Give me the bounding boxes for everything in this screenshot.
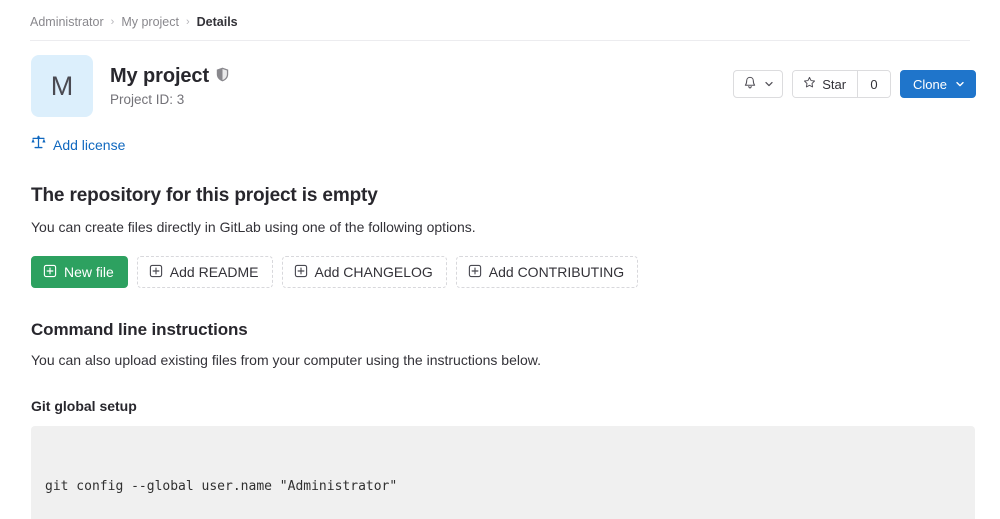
plus-square-icon [468, 264, 482, 281]
star-count[interactable]: 0 [857, 71, 890, 97]
empty-repo-heading: The repository for this project is empty [31, 184, 976, 208]
breadcrumb: Administrator › My project › Details [0, 0, 1000, 34]
plus-square-icon [294, 264, 308, 281]
project-avatar: M [31, 55, 93, 117]
git-global-setup-code-block[interactable]: git config --global user.name "Administr… [31, 426, 975, 519]
star-icon [803, 76, 816, 92]
breadcrumb-separator: › [111, 14, 115, 30]
add-changelog-button[interactable]: Add CHANGELOG [282, 256, 447, 288]
notification-dropdown-button[interactable] [733, 70, 783, 98]
git-global-setup-heading: Git global setup [31, 397, 976, 415]
main-content: The repository for this project is empty… [0, 184, 1000, 519]
project-header-actions: Star 0 Clone [733, 70, 976, 98]
code-line: git config --global user.name "Administr… [45, 477, 961, 497]
add-license-row: Add license [0, 117, 1000, 155]
cli-heading: Command line instructions [31, 319, 976, 341]
add-contributing-button[interactable]: Add CONTRIBUTING [456, 256, 638, 288]
add-readme-button[interactable]: Add README [137, 256, 273, 288]
add-license-link[interactable]: Add license [53, 136, 125, 154]
plus-square-icon [149, 264, 163, 281]
breadcrumb-item-details: Details [197, 14, 238, 30]
empty-repo-actions: New file Add README Ad [31, 256, 976, 288]
project-details-page: Administrator › My project › Details M M… [0, 0, 1000, 519]
bell-icon [743, 76, 757, 92]
page-title: My project [110, 64, 209, 88]
clone-button[interactable]: Clone [900, 70, 976, 98]
new-file-button-label: New file [64, 264, 114, 280]
add-contributing-button-label: Add CONTRIBUTING [489, 264, 624, 280]
plus-square-icon [43, 264, 57, 281]
new-file-button[interactable]: New file [31, 256, 128, 288]
chevron-down-icon [764, 78, 774, 91]
breadcrumb-separator: › [186, 14, 190, 30]
cli-description: You can also upload existing files from … [31, 350, 976, 370]
star-button-label: Star [822, 77, 846, 92]
scale-icon [31, 135, 46, 155]
add-readme-button-label: Add README [170, 264, 259, 280]
breadcrumb-item-administrator[interactable]: Administrator [30, 14, 104, 30]
star-button[interactable]: Star [793, 71, 857, 97]
empty-repo-description: You can create files directly in GitLab … [31, 217, 976, 237]
add-changelog-button-label: Add CHANGELOG [315, 264, 433, 280]
clone-button-label: Clone [913, 78, 947, 91]
shield-icon [216, 67, 229, 87]
star-button-group: Star 0 [792, 70, 891, 98]
breadcrumb-item-my-project[interactable]: My project [121, 14, 179, 30]
chevron-down-icon [955, 78, 965, 91]
